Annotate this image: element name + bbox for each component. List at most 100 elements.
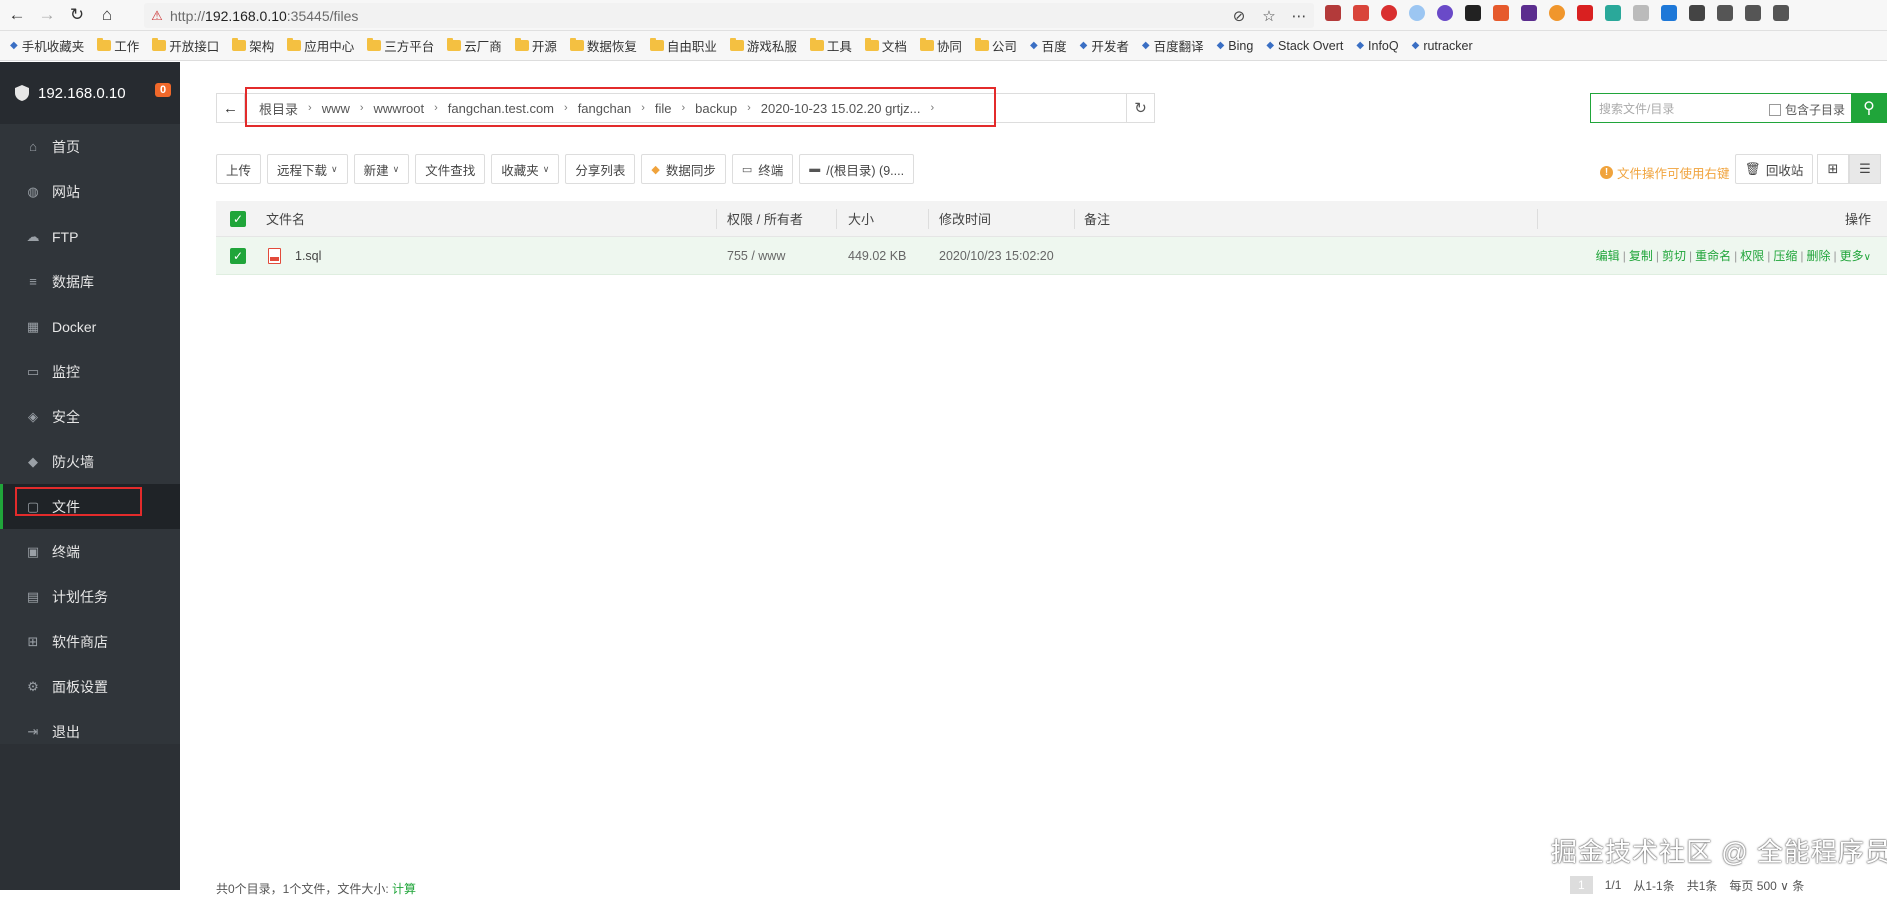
extension-blue-icon[interactable] <box>1661 5 1677 21</box>
home-icon[interactable]: ⌂ <box>94 2 120 28</box>
extension-black-icon[interactable] <box>1465 5 1481 21</box>
chevron-down-icon[interactable]: ∨ <box>1864 252 1871 263</box>
star-icon[interactable]: ☆ <box>1254 7 1284 25</box>
sidebar-item-home[interactable]: ⌂ 首页 <box>0 124 180 169</box>
action-0[interactable]: 编辑 <box>1596 249 1620 263</box>
toolbar-button[interactable]: 分享列表 <box>565 154 636 184</box>
action-6[interactable]: 删除 <box>1807 249 1831 263</box>
bookmark-item[interactable]: 架构 <box>232 36 274 55</box>
sidebar-item-website[interactable]: ◍ 网站 <box>0 169 180 214</box>
breadcrumb-item[interactable]: fangchan.test.com <box>448 101 554 116</box>
bookmark-item[interactable]: 自由职业 <box>649 36 717 55</box>
extension-moon-icon[interactable] <box>1549 5 1565 21</box>
bookmark-item[interactable]: 工具 <box>809 36 852 55</box>
sidebar-item-monitor[interactable]: ▭ 监控 <box>0 349 180 394</box>
sidebar-item-database[interactable]: ≡ 数据库 <box>0 259 180 304</box>
compass-icon[interactable]: ⊘ <box>1224 7 1254 25</box>
file-permission[interactable]: 755 / www <box>727 249 785 263</box>
refresh-icon[interactable]: ↻ <box>1126 94 1154 122</box>
breadcrumb-item[interactable]: file <box>655 101 672 116</box>
per-page-select[interactable]: 每页 500 ∨ 条 <box>1729 877 1804 894</box>
bookmark-item[interactable]: ◆ 手机收藏夹 <box>10 36 84 55</box>
sidebar-item-docker[interactable]: ▦ Docker <box>0 304 180 349</box>
sidebar-item-terminal[interactable]: ▣ 终端 <box>0 529 180 574</box>
list-view-icon[interactable]: ☰ <box>1849 154 1881 184</box>
action-1[interactable]: 复制 <box>1629 249 1653 263</box>
favorites-icon[interactable] <box>1717 5 1733 21</box>
file-name[interactable]: 1.sql <box>295 249 321 263</box>
site-insecure-icon[interactable]: ⚠ <box>144 8 170 24</box>
sidebar-item-settings[interactable]: ⚙ 面板设置 <box>0 664 180 709</box>
toolbar-button[interactable]: ▬ /(根目录) (9.... <box>799 154 915 184</box>
action-5[interactable]: 压缩 <box>1773 249 1797 263</box>
extension-grid-icon[interactable] <box>1689 5 1705 21</box>
adblock-icon[interactable] <box>1381 5 1397 21</box>
sidebar-item-ftp[interactable]: ☁ FTP <box>0 214 180 259</box>
sidebar-item-store[interactable]: ⊞ 软件商店 <box>0 619 180 664</box>
col-size[interactable]: 大小 <box>848 209 874 228</box>
scissors-icon[interactable] <box>1745 5 1761 21</box>
bookmark-item[interactable]: ◆ 开发者 <box>1080 36 1129 55</box>
action-7[interactable]: 更多 <box>1840 249 1864 263</box>
extension-undo-icon[interactable] <box>1773 5 1789 21</box>
search-button[interactable]: ⚲ <box>1851 93 1887 123</box>
breadcrumb-item[interactable]: wwwroot <box>374 101 425 116</box>
extension-purple-icon[interactable] <box>1437 5 1453 21</box>
bookmark-item[interactable]: 游戏私服 <box>729 36 797 55</box>
sidebar-item-firewall[interactable]: ◆ 防火墙 <box>0 439 180 484</box>
bookmark-item[interactable]: ◆ rutracker <box>1412 39 1473 53</box>
search-input[interactable]: 搜索文件/目录 包含子目录 <box>1590 93 1851 123</box>
action-2[interactable]: 剪切 <box>1662 249 1686 263</box>
include-subdir-checkbox[interactable]: 包含子目录 <box>1768 101 1845 118</box>
bookmark-item[interactable]: 开放接口 <box>152 36 219 55</box>
notification-badge[interactable]: 0 <box>155 83 172 97</box>
sidebar-item-cron[interactable]: ▤ 计划任务 <box>0 574 180 619</box>
back-arrow-icon[interactable]: ← <box>217 94 245 122</box>
toolbar-button[interactable]: 收藏夹 ∨ <box>491 154 560 184</box>
col-permission[interactable]: 权限 / 所有者 <box>727 209 803 228</box>
extension-fe-icon[interactable] <box>1577 5 1593 21</box>
action-4[interactable]: 权限 <box>1740 249 1764 263</box>
extension-hat-icon[interactable] <box>1521 5 1537 21</box>
extension-tree-icon[interactable] <box>1493 5 1509 21</box>
page-number-button[interactable]: 1 <box>1570 876 1593 894</box>
bookmark-item[interactable]: 协同 <box>919 36 962 55</box>
toolbar-button[interactable]: 新建 ∨ <box>353 154 410 184</box>
extension-blue-circle-icon[interactable] <box>1409 5 1425 21</box>
grid-view-icon[interactable]: ⊞ <box>1817 154 1849 184</box>
forward-arrow-icon[interactable]: → <box>34 2 60 28</box>
bookmark-item[interactable]: 云厂商 <box>447 36 502 55</box>
bookmark-item[interactable]: ◆ Stack Overt <box>1266 39 1343 53</box>
action-3[interactable]: 重命名 <box>1695 249 1731 263</box>
recycle-bin-button[interactable]: 🗑 回收站 <box>1735 154 1814 184</box>
breadcrumb-item[interactable]: 2020-10-23 15.02.20 grtjz... <box>761 101 921 116</box>
bookmark-item[interactable]: ◆ InfoQ <box>1356 39 1398 53</box>
bookmark-item[interactable]: 开源 <box>514 36 557 55</box>
sidebar-item-security[interactable]: ◈ 安全 <box>0 394 180 439</box>
bookmark-item[interactable]: 数据恢复 <box>569 36 637 55</box>
bookmark-item[interactable]: 三方平台 <box>367 36 434 55</box>
extension-gray-icon[interactable] <box>1633 5 1649 21</box>
breadcrumb-item[interactable]: www <box>322 101 350 116</box>
extension-flag-icon[interactable] <box>1325 5 1341 21</box>
bookmark-item[interactable]: 文档 <box>864 36 907 55</box>
col-name[interactable]: 文件名 <box>266 209 305 228</box>
address-bar[interactable]: ⚠ http://192.168.0.10:35445/files ⊘ ☆ ⋯ <box>144 3 1314 28</box>
toolbar-button[interactable]: ◆ 数据同步 <box>641 154 726 184</box>
checkbox-icon[interactable] <box>1768 103 1781 116</box>
breadcrumb-item[interactable]: 根目录 <box>259 99 298 118</box>
calculate-size-link[interactable]: 计算 <box>392 882 416 896</box>
row-checkbox[interactable]: ✓ <box>230 247 246 264</box>
table-row[interactable]: ✓ 1.sql 755 / www 449.02 KB 2020/10/23 1… <box>216 237 1887 275</box>
reload-icon[interactable]: ↻ <box>64 2 90 28</box>
back-arrow-icon[interactable]: ← <box>4 2 30 28</box>
bookmark-item[interactable]: 公司 <box>974 36 1017 55</box>
select-all-checkbox[interactable]: ✓ <box>230 210 246 227</box>
toolbar-button[interactable]: 文件查找 <box>415 154 486 184</box>
toolbar-button[interactable]: ▭ 终端 <box>731 154 794 184</box>
bookmark-item[interactable]: 工作 <box>97 36 139 55</box>
col-mtime[interactable]: 修改时间 <box>939 209 991 228</box>
toolbar-button[interactable]: 上传 <box>216 154 262 184</box>
breadcrumb-item[interactable]: backup <box>695 101 737 116</box>
extension-red-icon[interactable] <box>1353 5 1369 21</box>
